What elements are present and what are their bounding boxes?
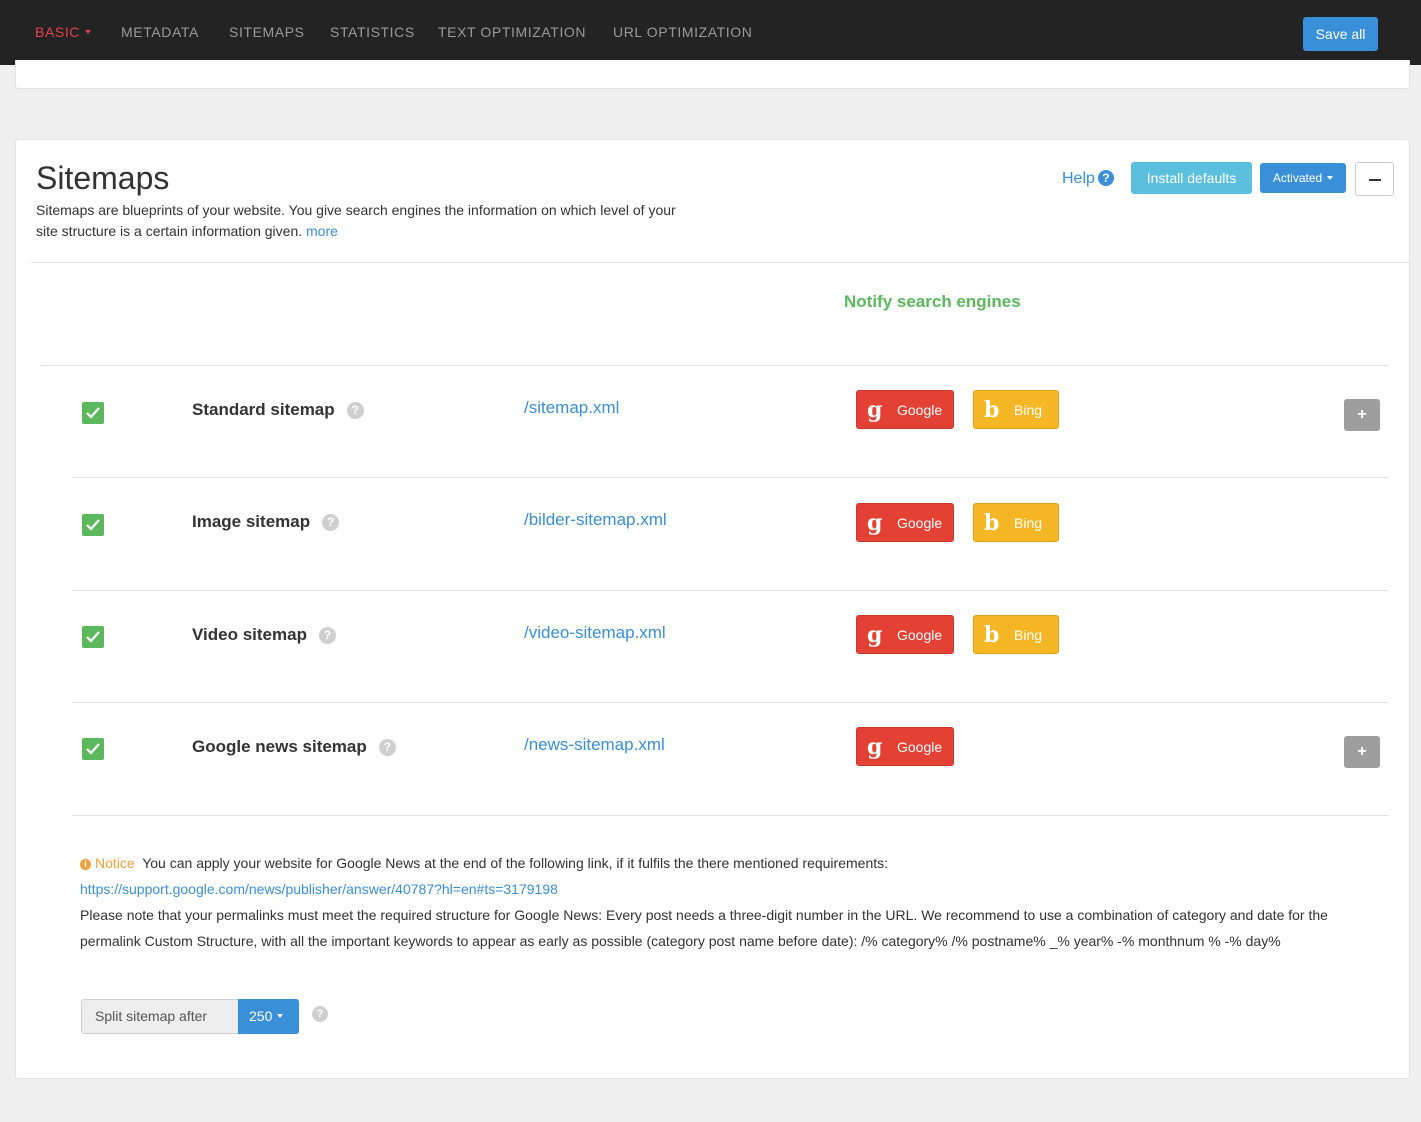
sitemap-row-video: Video sitemap? /video-sitemap.xml g Googl… [16,590,1411,702]
nav-basic[interactable]: BASIC [35,24,92,40]
section-title: Sitemaps [36,160,170,196]
help-link[interactable]: Help? [1062,170,1114,188]
header-divider [31,262,1411,263]
nav-metadata[interactable]: METADATA [121,24,199,40]
notify-search-engines-header: Notify search engines [844,292,1021,311]
description-text: Sitemaps are blueprints of your website.… [36,202,676,239]
notice-text: You can apply your website for Google Ne… [142,855,889,871]
previous-card-bottom [15,60,1410,89]
nav-statistics[interactable]: STATISTICS [330,24,415,40]
expand-button[interactable]: + [1344,736,1380,768]
bing-label: Bing [1014,627,1043,643]
notify-bing-button[interactable]: b Bing [973,390,1059,429]
standard-sitemap-checkbox[interactable] [82,402,104,424]
split-sitemap-label: Split sitemap after [81,999,239,1034]
activated-dropdown[interactable]: Activated [1260,163,1346,193]
question-icon[interactable]: ? [378,739,396,756]
sitemap-row-google-news: Google news sitemap? /news-sitemap.xml g… [16,702,1411,814]
minus-icon [1369,179,1381,181]
google-label: Google [897,739,943,755]
sitemap-link[interactable]: /news-sitemap.xml [524,735,665,755]
google-news-notice: i Notice You can apply your website for G… [80,850,1390,954]
checkmark-icon [86,519,100,531]
notify-google-button[interactable]: g Google [856,503,954,542]
question-icon[interactable]: ? [312,1006,328,1022]
sitemap-name-text: Video sitemap [192,625,307,644]
sitemap-link[interactable]: /video-sitemap.xml [524,623,666,643]
bing-icon: b [984,510,1000,536]
bing-label: Bing [1014,515,1043,531]
bing-icon: b [984,622,1000,648]
row-divider [72,815,1389,816]
google-icon: g [867,622,883,648]
google-label: Google [897,515,943,531]
top-navbar: BASIC METADATA SITEMAPS STATISTICS TEXT … [0,0,1421,65]
notify-google-button[interactable]: g Google [856,727,954,766]
collapse-button[interactable] [1355,162,1394,196]
caret-down-icon [277,1014,284,1019]
caret-down-icon [1327,175,1334,180]
notice-tag-text: Notice [95,855,135,871]
nav-url-optimization[interactable]: URL OPTIMIZATION [613,24,753,40]
sitemap-name: Image sitemap? [192,512,340,532]
sitemap-row-standard: Standard sitemap? /sitemap.xml g Google b… [16,365,1411,477]
sitemap-name-text: Image sitemap [192,512,311,531]
nav-text-optimization[interactable]: TEXT OPTIMIZATION [438,24,586,40]
plus-icon: + [1357,743,1367,760]
sitemap-name: Standard sitemap? [192,400,364,420]
image-sitemap-checkbox[interactable] [82,514,104,536]
save-all-button[interactable]: Save all [1303,17,1378,51]
google-label: Google [897,627,943,643]
sitemap-name-text: Standard sitemap [192,400,335,419]
sitemap-row-image: Image sitemap? /bilder-sitemap.xml g Goog… [16,477,1411,589]
google-news-link[interactable]: https://support.google.com/news/publishe… [80,881,558,897]
info-icon: i [80,859,91,870]
notify-bing-button[interactable]: b Bing [973,615,1059,654]
permalink-note: Please note that your permalinks must me… [80,907,1328,949]
install-defaults-button[interactable]: Install defaults [1131,162,1252,194]
bing-icon: b [984,397,1000,423]
help-label: Help [1062,170,1095,187]
more-link[interactable]: more [306,223,338,239]
activated-label: Activated [1272,171,1323,185]
question-icon[interactable]: ? [346,402,364,419]
checkmark-icon [86,743,100,755]
sitemap-name: Video sitemap? [192,625,336,645]
sitemap-name-text: Google news sitemap [192,737,367,756]
notice-tag: i Notice [80,855,135,871]
question-circle-icon: ? [1097,170,1114,186]
google-label: Google [897,402,943,418]
plus-icon: + [1357,406,1367,423]
expand-button[interactable]: + [1344,399,1380,431]
google-icon: g [867,397,883,423]
sitemap-name: Google news sitemap? [192,737,396,757]
caret-down-icon [85,30,92,35]
nav-basic-label: BASIC [35,24,81,40]
question-icon[interactable]: ? [322,514,340,531]
sitemap-link[interactable]: /sitemap.xml [524,398,619,418]
split-sitemap-dropdown[interactable]: 250 [238,999,299,1034]
nav-sitemaps[interactable]: SITEMAPS [229,24,305,40]
notify-google-button[interactable]: g Google [856,390,954,429]
split-value-text: 250 [249,1008,273,1024]
video-sitemap-checkbox[interactable] [82,626,104,648]
question-icon[interactable]: ? [318,627,336,644]
sitemap-link[interactable]: /bilder-sitemap.xml [524,510,667,530]
notify-google-button[interactable]: g Google [856,615,954,654]
bing-label: Bing [1014,402,1043,418]
section-description: Sitemaps are blueprints of your website.… [36,200,696,242]
notify-bing-button[interactable]: b Bing [973,503,1059,542]
sitemaps-card: Sitemaps Sitemaps are blueprints of your… [15,139,1411,1079]
google-news-sitemap-checkbox[interactable] [82,738,104,760]
google-icon: g [867,510,883,536]
google-icon: g [867,734,883,760]
checkmark-icon [86,631,100,643]
checkmark-icon [86,407,100,419]
